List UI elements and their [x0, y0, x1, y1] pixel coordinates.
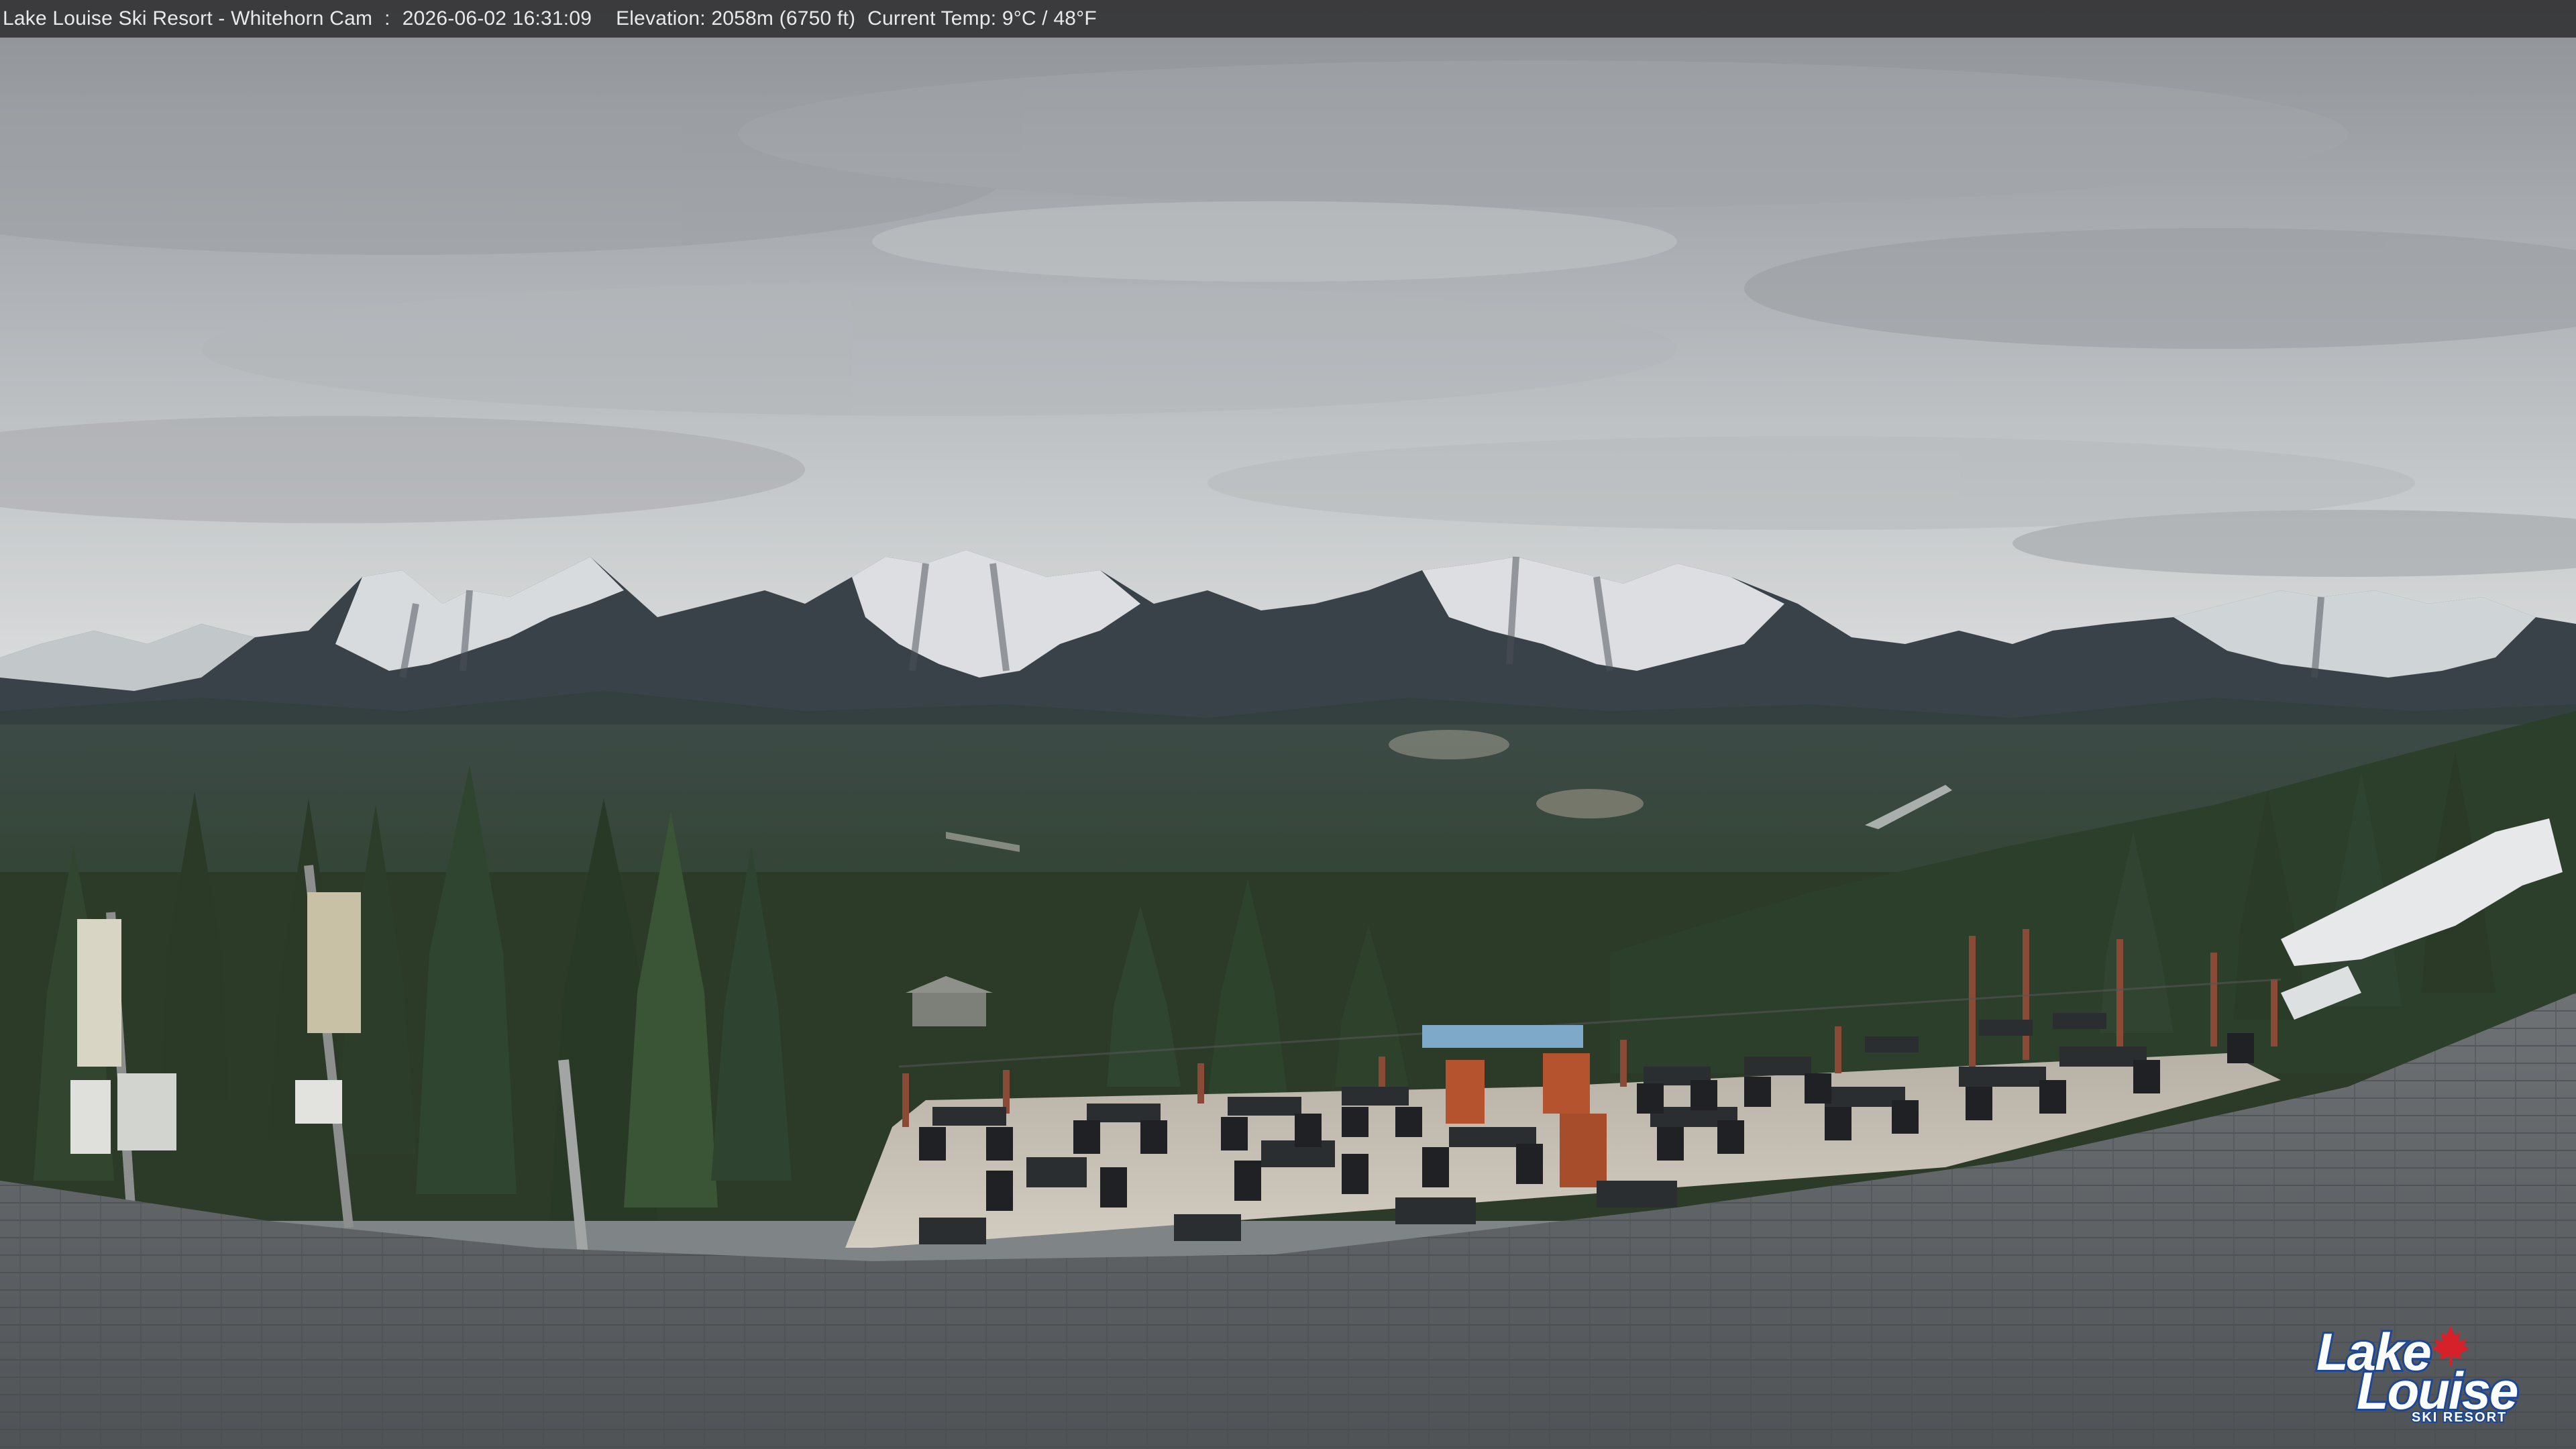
clouds [0, 60, 2576, 577]
planter [1446, 1060, 1485, 1124]
elevation-text: Elevation: 2058m (6750 ft) [616, 7, 856, 30]
info-separator: : [384, 7, 390, 30]
webcam-scene [0, 0, 2576, 1449]
camera-location: Lake Louise Ski Resort - Whitehorn Cam [3, 7, 373, 30]
camera-info-bar: Lake Louise Ski Resort - Whitehorn Cam :… [0, 0, 2576, 38]
deck-sign [1422, 1025, 1583, 1048]
logo-line-ski-resort: SKI RESORT [2410, 1409, 2508, 1426]
camera-datetime: 2026-06-02 16:31:09 [402, 7, 592, 30]
lake-louise-logo: Lake Louise SKI RESORT [2311, 1320, 2520, 1426]
temperature-text: Current Temp: 9°C / 48°F [867, 7, 1097, 30]
distant-building [912, 993, 986, 1026]
